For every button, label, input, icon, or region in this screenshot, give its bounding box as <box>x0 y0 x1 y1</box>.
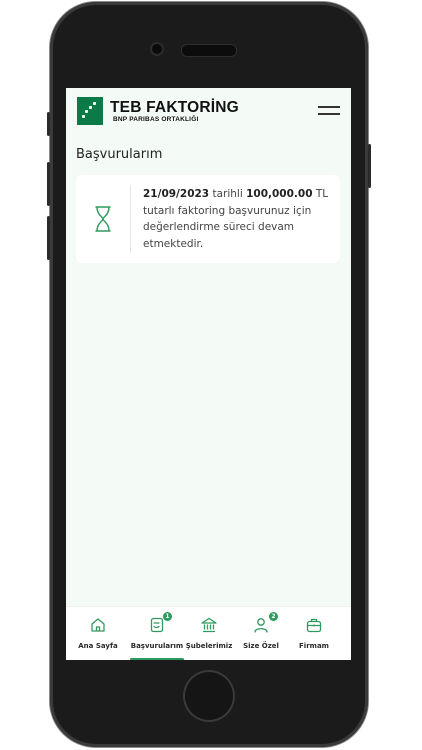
tab-label: Size Özel <box>243 642 279 650</box>
application-amount: 100,000.00 <box>246 188 313 200</box>
power-button <box>368 144 371 188</box>
brand-subtitle: BNP PARIBAS ORTAKLIĞI <box>113 116 199 123</box>
volume-down-button <box>47 216 50 260</box>
tab-subelerimiz[interactable]: Şubelerimiz <box>181 607 237 660</box>
home-button[interactable] <box>183 670 235 722</box>
front-camera <box>150 42 164 56</box>
card-divider <box>130 185 131 253</box>
tab-label: Şubelerimiz <box>185 642 233 650</box>
tab-ana-sayfa[interactable]: Ana Sayfa <box>70 607 126 660</box>
tab-basvurularim[interactable]: 1 Başvurularım <box>129 607 185 660</box>
app-header: TEB FAKTORİNG BNP PARIBAS ORTAKLIĞI <box>66 88 351 136</box>
tab-label: Firmam <box>299 642 329 650</box>
bottom-tab-bar: Ana Sayfa 1 Başvurularım Şubelerimiz 2 S… <box>66 606 351 660</box>
home-icon <box>91 618 105 632</box>
tab-label: Başvurularım <box>130 642 184 650</box>
application-card[interactable]: 21/09/2023 tarihli 100,000.00 TL tutarlı… <box>76 175 340 263</box>
application-date: 21/09/2023 <box>143 188 210 200</box>
mute-switch <box>47 112 50 136</box>
volume-up-button <box>47 162 50 206</box>
notification-badge: 2 <box>269 612 278 621</box>
notification-badge: 1 <box>163 612 172 621</box>
user-icon <box>254 618 268 633</box>
bank-icon <box>201 617 217 633</box>
tab-firmam[interactable]: Firmam <box>286 607 342 660</box>
earpiece <box>181 44 237 57</box>
briefcase-icon <box>306 618 322 633</box>
page-title: Başvurularım <box>76 147 163 162</box>
tab-size-ozel[interactable]: 2 Size Özel <box>233 607 289 660</box>
date-word: tarihli <box>209 188 247 200</box>
tab-label: Ana Sayfa <box>78 642 118 650</box>
application-status-text: 21/09/2023 tarihli 100,000.00 TL tutarlı… <box>143 186 331 252</box>
app-screen: TEB FAKTORİNG BNP PARIBAS ORTAKLIĞI Başv… <box>66 88 351 660</box>
brand-name: TEB FAKTORİNG <box>110 99 239 116</box>
hamburger-icon[interactable] <box>318 106 340 118</box>
bnp-logo-icon <box>77 97 103 125</box>
hourglass-icon <box>95 206 111 232</box>
active-tab-indicator <box>130 658 184 660</box>
